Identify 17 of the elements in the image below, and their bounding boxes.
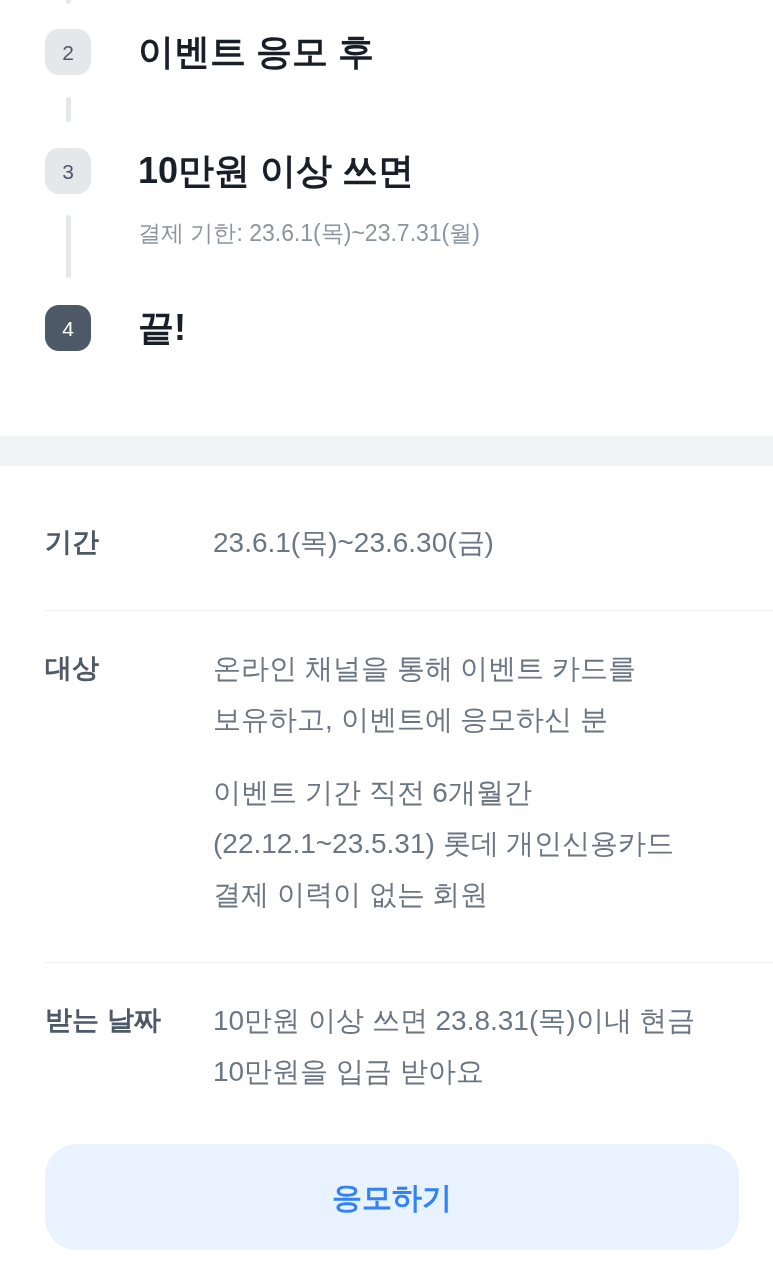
detail-label: 받는 날짜 <box>45 1004 162 1037</box>
step-title: 끝! <box>138 306 186 350</box>
step-note: 결제 기한: 23.6.1(목)~23.7.31(월) <box>138 219 480 248</box>
step-connector <box>65 97 71 122</box>
step-number-badge: 3 <box>45 148 91 194</box>
detail-text: 이벤트 기간 직전 6개월간 (22.12.1~23.5.31) 롯데 개인신용카드 결제 이력이 없는 회원 <box>213 776 676 912</box>
detail-text: 23.6.1(목)~23.6.30(금) <box>213 526 495 560</box>
detail-label: 기간 <box>45 526 100 559</box>
apply-button[interactable]: 응모하기 <box>45 1144 739 1250</box>
detail-label: 대상 <box>45 652 100 685</box>
detail-text: 온라인 채널을 통해 이벤트 카드를 보유하고, 이벤트에 응모하신 분 <box>213 652 638 737</box>
step-connector <box>65 215 71 278</box>
detail-text: 10만원 이상 쓰면 23.8.31(목)이내 현금 10만원을 입금 받아요 <box>213 1004 697 1089</box>
step-number-badge: 4 <box>45 305 91 351</box>
step-title: 10만원 이상 쓰면 <box>138 149 415 193</box>
step-number-badge: 2 <box>45 29 91 75</box>
step-title: 이벤트 응모 후 <box>138 30 374 74</box>
